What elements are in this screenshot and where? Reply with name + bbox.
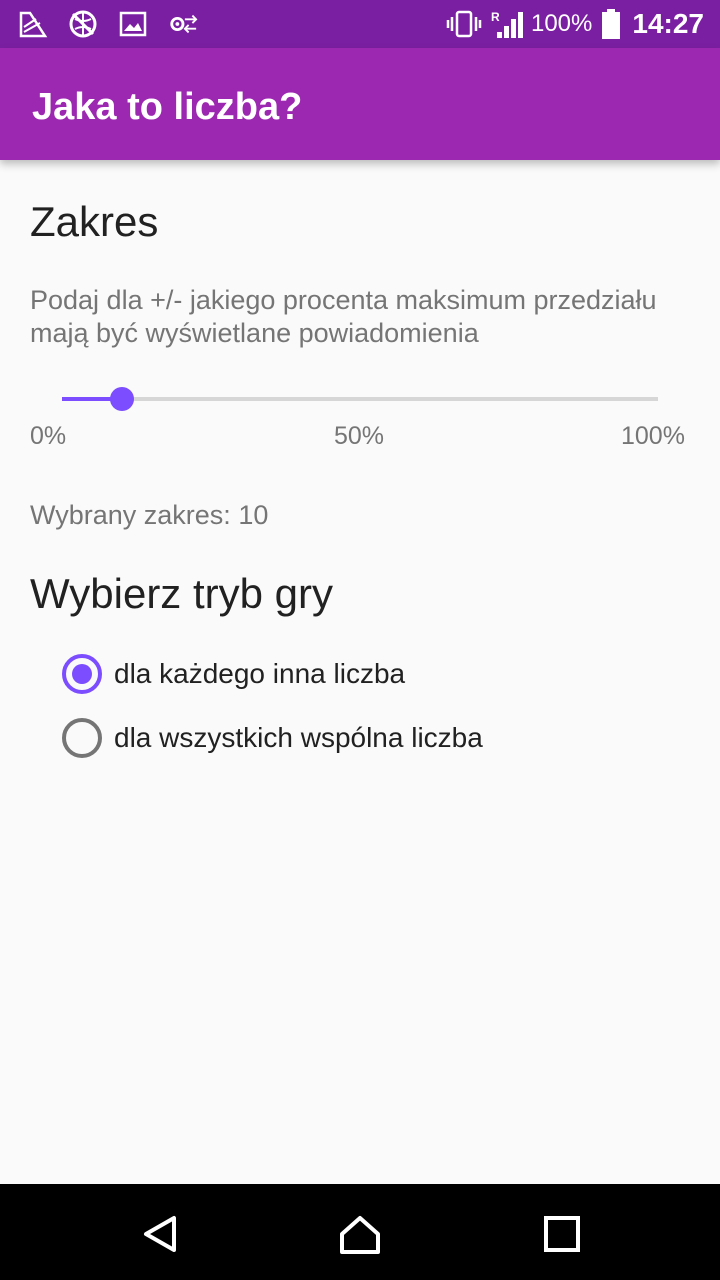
radio-button-unchecked[interactable] <box>62 718 102 758</box>
slider-tick-mid: 50% <box>334 422 385 450</box>
radio-option-all-same[interactable]: dla wszystkich wspólna liczba <box>62 718 483 758</box>
no-sync-icon <box>68 9 98 39</box>
signal-icon: R <box>491 8 525 40</box>
notification-app-icon <box>18 9 48 39</box>
radio-label[interactable]: dla wszystkich wspólna liczba <box>114 722 483 754</box>
vibrate-icon <box>445 9 483 39</box>
back-icon[interactable] <box>138 1212 182 1256</box>
image-icon <box>118 9 148 39</box>
recents-icon[interactable] <box>540 1212 584 1256</box>
slider-thumb[interactable] <box>110 387 134 411</box>
slider-track[interactable] <box>62 397 658 401</box>
slider-tick-max: 100% <box>621 422 685 450</box>
home-icon[interactable] <box>338 1212 382 1256</box>
radio-option-each-different[interactable]: dla każdego inna liczba <box>62 654 405 694</box>
selected-range-text: Wybrany zakres: 10 <box>30 500 269 530</box>
settings-sync-icon <box>168 9 198 39</box>
radio-button-checked[interactable] <box>62 654 102 694</box>
battery-icon <box>600 8 622 40</box>
range-slider[interactable] <box>62 385 658 413</box>
status-bar-system: R 100% 14:27 <box>445 0 704 48</box>
app-bar: Jaka to liczba? <box>0 48 720 160</box>
clock: 14:27 <box>632 8 704 39</box>
page-title: Jaka to liczba? <box>32 86 303 128</box>
slider-tick-min: 0% <box>30 422 67 450</box>
status-bar-notifications <box>18 8 198 40</box>
range-section-title: Zakres <box>30 198 159 245</box>
radio-label[interactable]: dla każdego inna liczba <box>114 658 405 690</box>
battery-percentage: 100% <box>530 10 593 37</box>
range-description: Podaj dla +/- jakiego procenta maksimum … <box>30 285 657 348</box>
radio-dot <box>72 664 92 684</box>
status-bar: R 100% 14:27 <box>0 0 720 48</box>
mode-section-title: Wybierz tryb gry <box>30 570 334 617</box>
navigation-bar <box>0 1184 720 1280</box>
